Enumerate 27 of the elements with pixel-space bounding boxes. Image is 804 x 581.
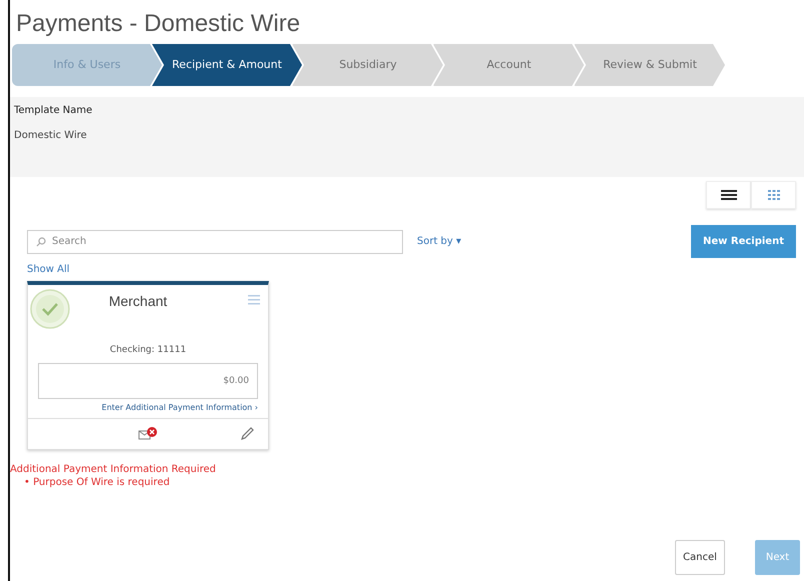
error-item: • Purpose Of Wire is required xyxy=(24,477,171,488)
menu-icon xyxy=(248,295,260,305)
cancel-button[interactable]: Cancel xyxy=(675,540,725,575)
wizard-step[interactable]: Recipient & Amount xyxy=(152,44,302,86)
grid-icon xyxy=(768,190,780,200)
mail-error-icon xyxy=(138,427,158,441)
search-icon xyxy=(36,236,46,246)
show-all-link[interactable]: Show All xyxy=(27,264,804,275)
search-field[interactable]: Search xyxy=(27,230,403,254)
new-recipient-button[interactable]: New Recipient xyxy=(691,225,796,258)
amount-field[interactable]: $0.00 xyxy=(38,363,258,399)
page-title: Payments - Domestic Wire xyxy=(15,9,302,39)
wizard-step[interactable]: Review & Submit xyxy=(574,44,725,86)
wizard-step[interactable]: Subsidiary xyxy=(292,44,443,86)
wizard-step[interactable]: Account xyxy=(433,44,584,86)
check-badge-icon xyxy=(30,289,70,329)
template-label: Template Name xyxy=(14,105,94,116)
additional-info-link[interactable]: Enter Additional Payment Information › xyxy=(28,403,258,412)
list-icon xyxy=(720,190,736,200)
pencil-icon xyxy=(240,427,254,441)
template-value: Domestic Wire xyxy=(14,130,88,141)
account-number: Checking: 11111 xyxy=(108,345,188,355)
sort-dropdown[interactable]: Sort by ▾ xyxy=(417,236,462,247)
error-heading: Additional Payment Information Required xyxy=(10,464,217,475)
list-view-button[interactable] xyxy=(706,181,751,209)
recipient-name: Merchant xyxy=(108,292,168,309)
recipient-card[interactable]: Merchant Checking: 11111 $0.00 Enter Additional Payment Information › xyxy=(27,281,269,450)
